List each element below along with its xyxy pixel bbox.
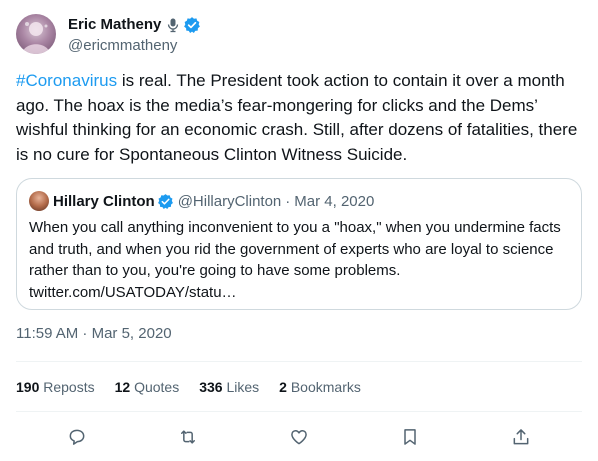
likes-stat[interactable]: 336 Likes [199, 379, 259, 395]
quoted-tweet-link[interactable]: twitter.com/USATODAY/statu… [29, 284, 237, 301]
likes-label: Likes [226, 379, 260, 395]
repost-button[interactable] [175, 424, 201, 450]
reposts-label: Reposts [43, 379, 95, 395]
bookmarks-count: 2 [279, 379, 287, 395]
bookmarks-label: Bookmarks [290, 379, 361, 395]
reply-icon [69, 429, 85, 445]
share-button[interactable] [508, 424, 534, 450]
likes-count: 336 [199, 379, 223, 395]
quoted-author-avatar [29, 191, 49, 211]
quoted-tweet-header: Hillary Clinton @HillaryClinton · Mar 4,… [29, 191, 569, 211]
share-icon [513, 429, 529, 445]
quotes-count: 12 [114, 379, 131, 395]
hashtag-link[interactable]: #Coronavirus [16, 71, 117, 90]
verified-badge-icon [183, 16, 201, 34]
action-bar [16, 424, 582, 450]
name-row: Eric Matheny [68, 15, 201, 35]
reposts-stat[interactable]: 190 Reposts [16, 379, 95, 395]
like-icon [291, 430, 307, 445]
quoted-tweet-card[interactable]: Hillary Clinton @HillaryClinton · Mar 4,… [16, 178, 582, 310]
engagement-stats: 190 Reposts 12 Quotes 336 Likes 2 Bookma… [16, 379, 381, 395]
quotes-stat[interactable]: 12 Quotes [115, 379, 180, 395]
like-button[interactable] [286, 424, 312, 450]
bookmark-icon [404, 429, 416, 445]
bookmark-button[interactable] [397, 424, 423, 450]
divider [16, 411, 582, 412]
divider [16, 361, 582, 362]
quoted-tweet-text: When you call anything inconvenient to y… [29, 219, 561, 279]
bookmarks-stat[interactable]: 2 Bookmarks [279, 379, 361, 395]
quoted-tweet-body: When you call anything inconvenient to y… [29, 217, 569, 303]
tweet-header: Eric Matheny @ericmmatheny [16, 12, 582, 56]
author-avatar[interactable] [16, 14, 56, 54]
quoted-author-name: Hillary Clinton [53, 192, 155, 210]
quoted-author-handle: @HillaryClinton [177, 192, 282, 210]
quoted-tweet-date: Mar 4, 2020 [294, 192, 375, 210]
verified-badge-icon [157, 193, 174, 210]
quotes-label: Quotes [134, 379, 180, 395]
repost-icon [181, 430, 195, 444]
reposts-count: 190 [16, 379, 40, 395]
microphone-icon [165, 17, 181, 33]
avatar-image [22, 22, 50, 54]
separator-dot: · [285, 192, 291, 210]
author-names: Eric Matheny @ericmmatheny [68, 15, 201, 54]
reply-button[interactable] [64, 424, 90, 450]
author-display-name[interactable]: Eric Matheny [68, 16, 161, 33]
author-handle[interactable]: @ericmmatheny [68, 37, 201, 54]
tweet-timestamp[interactable]: 11:59 AM · Mar 5, 2020 [16, 325, 172, 342]
tweet-text: #Coronavirus is real. The President took… [16, 69, 582, 167]
